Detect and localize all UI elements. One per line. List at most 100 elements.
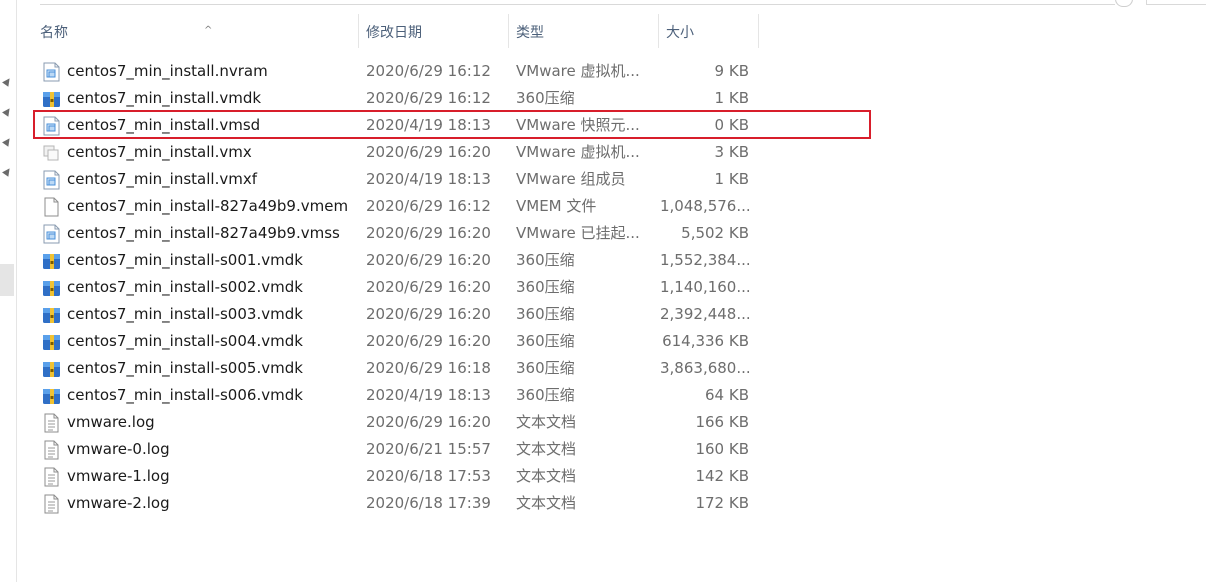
file-row[interactable]: centos7_min_install-s006.vmdk 2020/4/19 1… — [0, 382, 1206, 409]
file-size: 1 KB — [714, 170, 749, 188]
file-modified-date: 2020/4/19 18:13 — [366, 386, 491, 404]
blank-file-icon — [42, 197, 61, 217]
file-size: 1,140,160... — [660, 278, 751, 296]
file-type: 文本文档 — [516, 494, 577, 512]
file-name: centos7_min_install-s004.vmdk — [67, 332, 303, 350]
file-modified-date: 2020/6/29 16:20 — [366, 413, 491, 431]
file-modified-date: 2020/6/29 16:20 — [366, 251, 491, 269]
vmware-doc-icon — [42, 116, 61, 136]
file-name: vmware-1.log — [67, 467, 170, 485]
sort-ascending-icon: ^ — [204, 25, 213, 36]
column-header-size[interactable]: 大小 — [658, 14, 759, 48]
file-name: centos7_min_install.vmdk — [67, 89, 262, 107]
archive-icon — [42, 386, 61, 406]
archive-icon — [42, 251, 61, 271]
file-size: 3,863,680... — [660, 359, 751, 377]
file-modified-date: 2020/6/29 16:12 — [366, 197, 491, 215]
archive-icon — [42, 332, 61, 352]
file-size: 1,552,384... — [660, 251, 751, 269]
file-modified-date: 2020/6/18 17:39 — [366, 494, 491, 512]
file-type: 360压缩 — [516, 278, 575, 296]
file-type: VMware 虚拟机... — [516, 143, 640, 161]
file-name: vmware-2.log — [67, 494, 170, 512]
search-box[interactable] — [1146, 0, 1206, 5]
file-type: 360压缩 — [516, 89, 575, 107]
address-bar[interactable] — [40, 0, 1115, 5]
file-size: 1 KB — [714, 89, 749, 107]
file-type: 360压缩 — [516, 251, 575, 269]
file-row[interactable]: centos7_min_install-s004.vmdk 2020/6/29 1… — [0, 328, 1206, 355]
file-modified-date: 2020/6/29 16:20 — [366, 143, 491, 161]
file-row[interactable]: centos7_min_install-827a49b9.vmss 2020/6/… — [0, 220, 1206, 247]
file-row[interactable]: centos7_min_install.vmsd 2020/4/19 18:13 V… — [0, 112, 1206, 139]
file-row[interactable]: vmware-1.log 2020/6/18 17:53 文本文档 142 KB — [0, 463, 1206, 490]
file-row[interactable]: centos7_min_install-s003.vmdk 2020/6/29 1… — [0, 301, 1206, 328]
file-size: 172 KB — [695, 494, 749, 512]
file-size: 1,048,576... — [660, 197, 751, 215]
vmware-doc-icon — [42, 62, 61, 82]
file-modified-date: 2020/6/29 16:20 — [366, 305, 491, 323]
column-header-row: 名称 ^ 修改日期 类型 大小 — [16, 14, 776, 48]
file-type: VMware 组成员 — [516, 170, 626, 188]
file-size: 2,392,448... — [660, 305, 751, 323]
file-type: 360压缩 — [516, 359, 575, 377]
vmware-vm-icon — [42, 143, 61, 163]
archive-icon — [42, 278, 61, 298]
file-type: 文本文档 — [516, 413, 577, 431]
file-name: vmware.log — [67, 413, 155, 431]
file-row[interactable]: centos7_min_install.vmxf 2020/4/19 18:13 V… — [0, 166, 1206, 193]
file-size: 5,502 KB — [681, 224, 749, 242]
file-type: VMware 虚拟机... — [516, 62, 640, 80]
file-name: vmware-0.log — [67, 440, 170, 458]
column-header-modified[interactable]: 修改日期 — [358, 14, 509, 48]
text-file-icon — [42, 494, 61, 514]
text-file-icon — [42, 413, 61, 433]
file-type: VMware 已挂起... — [516, 224, 640, 242]
text-file-icon — [42, 467, 61, 487]
file-row[interactable]: centos7_min_install-s005.vmdk 2020/6/29 1… — [0, 355, 1206, 382]
file-modified-date: 2020/6/29 16:20 — [366, 278, 491, 296]
file-row[interactable]: vmware-0.log 2020/6/21 15:57 文本文档 160 KB — [0, 436, 1206, 463]
file-name: centos7_min_install-s001.vmdk — [67, 251, 303, 269]
file-name: centos7_min_install.nvram — [67, 62, 268, 80]
file-row[interactable]: centos7_min_install-s001.vmdk 2020/6/29 1… — [0, 247, 1206, 274]
text-file-icon — [42, 440, 61, 460]
file-size: 142 KB — [695, 467, 749, 485]
file-modified-date: 2020/6/29 16:20 — [366, 332, 491, 350]
file-name: centos7_min_install.vmsd — [67, 116, 261, 134]
file-row[interactable]: centos7_min_install-s002.vmdk 2020/6/29 1… — [0, 274, 1206, 301]
vmware-doc-icon — [42, 224, 61, 244]
file-modified-date: 2020/4/19 18:13 — [366, 170, 491, 188]
file-row[interactable]: centos7_min_install.nvram 2020/6/29 16:12… — [0, 58, 1206, 85]
file-modified-date: 2020/6/29 16:18 — [366, 359, 491, 377]
file-size: 614,336 KB — [662, 332, 749, 350]
file-name: centos7_min_install-s006.vmdk — [67, 386, 303, 404]
file-type: VMware 快照元... — [516, 116, 640, 134]
file-name: centos7_min_install.vmxf — [67, 170, 257, 188]
file-name: centos7_min_install-827a49b9.vmss — [67, 224, 340, 242]
column-header-size-label: 大小 — [666, 25, 694, 41]
archive-icon — [42, 305, 61, 325]
file-modified-date: 2020/6/18 17:53 — [366, 467, 491, 485]
column-header-name[interactable]: 名称 ^ — [32, 14, 359, 48]
file-name: centos7_min_install.vmx — [67, 143, 252, 161]
file-modified-date: 2020/6/29 16:20 — [366, 224, 491, 242]
file-type: 360压缩 — [516, 305, 575, 323]
file-row[interactable]: vmware.log 2020/6/29 16:20 文本文档 166 KB — [0, 409, 1206, 436]
file-type: 360压缩 — [516, 332, 575, 350]
file-modified-date: 2020/6/29 16:12 — [366, 89, 491, 107]
file-type: VMEM 文件 — [516, 197, 597, 215]
file-size: 160 KB — [695, 440, 749, 458]
file-size: 166 KB — [695, 413, 749, 431]
file-name: centos7_min_install-s005.vmdk — [67, 359, 303, 377]
file-type: 文本文档 — [516, 440, 577, 458]
file-type: 360压缩 — [516, 386, 575, 404]
column-header-type[interactable]: 类型 — [508, 14, 659, 48]
archive-icon — [42, 89, 61, 109]
file-row[interactable]: centos7_min_install-827a49b9.vmem 2020/6/… — [0, 193, 1206, 220]
file-row[interactable]: centos7_min_install.vmx 2020/6/29 16:20 VM… — [0, 139, 1206, 166]
file-row[interactable]: vmware-2.log 2020/6/18 17:39 文本文档 172 KB — [0, 490, 1206, 517]
column-header-modified-label: 修改日期 — [366, 25, 422, 41]
refresh-button[interactable] — [1115, 0, 1133, 7]
file-row[interactable]: centos7_min_install.vmdk 2020/6/29 16:12 3… — [0, 85, 1206, 112]
